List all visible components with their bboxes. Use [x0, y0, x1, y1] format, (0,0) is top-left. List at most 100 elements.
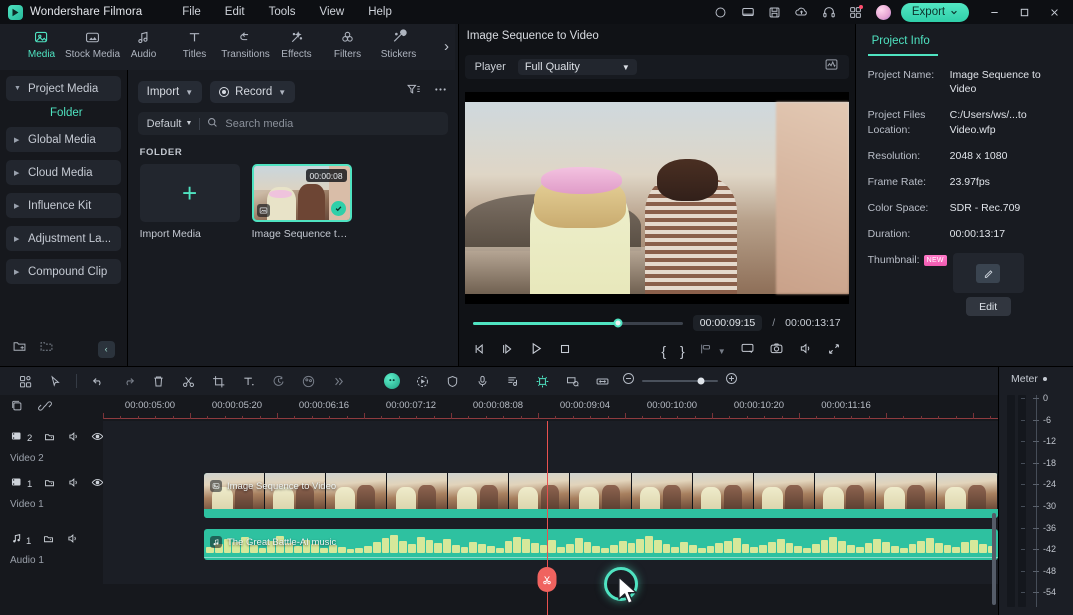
sidebar-item-adjustment-layer[interactable]: ▶ Adjustment La... [6, 226, 121, 251]
volume-icon[interactable] [798, 341, 813, 361]
close-button[interactable] [1039, 0, 1069, 24]
menu-view[interactable]: View [307, 3, 356, 21]
thumbnail-edit-button[interactable]: Edit [966, 297, 1011, 316]
track-lane-video-1[interactable]: Image Sequence to Video [103, 467, 998, 524]
cloud-upload-icon[interactable] [789, 1, 814, 23]
search-input[interactable]: Search media [225, 118, 293, 130]
tab-effects[interactable]: Effects [271, 24, 322, 60]
stop-button[interactable] [558, 342, 572, 361]
zoom-out-button[interactable] [621, 371, 636, 391]
menu-tools[interactable]: Tools [257, 3, 308, 21]
record-circle-icon[interactable] [708, 1, 733, 23]
search-box[interactable]: Default ▼ Search media [138, 112, 448, 135]
previous-frame-button[interactable] [473, 342, 487, 361]
mark-out-button[interactable]: } [680, 343, 685, 359]
crop-icon[interactable] [203, 367, 233, 395]
split-at-playhead-button[interactable] [538, 567, 557, 592]
sidebar-folder-label[interactable]: Folder [6, 107, 121, 119]
sidebar-item-project-media[interactable]: ▼ Project Media [6, 76, 121, 101]
minimize-button[interactable] [979, 0, 1009, 24]
tab-filters[interactable]: Filters [322, 24, 373, 60]
text-tool-icon[interactable] [233, 367, 263, 395]
tab-stickers[interactable]: Stickers [373, 24, 424, 60]
record-button[interactable]: Record ▼ [210, 81, 295, 103]
select-tool-icon[interactable] [40, 367, 70, 395]
export-button[interactable]: Export [901, 3, 969, 22]
ai-circle-icon[interactable] [377, 367, 407, 395]
lock-icon[interactable] [43, 476, 56, 494]
video-preview-area[interactable] [459, 79, 855, 308]
auto-beat-icon[interactable] [497, 367, 527, 395]
menu-file[interactable]: File [170, 3, 213, 21]
lock-icon[interactable] [42, 532, 55, 550]
keyframe-icon[interactable] [527, 367, 557, 395]
fullscreen-icon[interactable] [827, 342, 841, 361]
timeline-vertical-scrollbar[interactable] [992, 513, 996, 605]
camera-icon[interactable] [769, 341, 784, 361]
new-folder-icon[interactable] [12, 339, 27, 359]
more-tools-icon[interactable] [323, 367, 353, 395]
sidebar-item-global-media[interactable]: ▶ Global Media [6, 127, 121, 152]
chevron-down-icon[interactable]: ▼ [718, 347, 726, 356]
user-avatar[interactable] [876, 5, 891, 20]
new-smart-folder-icon[interactable] [39, 339, 54, 359]
timeline-ruler[interactable]: 00:00:05:0000:00:05:2000:00:06:1600:00:0… [103, 395, 998, 421]
more-options-icon[interactable] [433, 82, 448, 102]
tab-media[interactable]: Media [16, 24, 67, 60]
link-icon[interactable] [38, 399, 52, 418]
play-button[interactable] [529, 341, 544, 361]
meter-header[interactable]: Meter [999, 367, 1073, 385]
monitor-icon[interactable] [735, 1, 760, 23]
zoom-slider-knob[interactable] [698, 378, 705, 385]
undo-icon[interactable] [83, 367, 113, 395]
filter-icon[interactable] [406, 82, 421, 102]
import-button[interactable]: Import ▼ [138, 81, 203, 103]
mute-icon[interactable] [66, 532, 79, 550]
mark-in-button[interactable]: { [661, 343, 666, 359]
tab-transitions[interactable]: Transitions [220, 24, 271, 60]
tabstrip-more-icon[interactable]: › [444, 38, 449, 55]
timeline-clip-audio[interactable]: The Great Battle-AI music [204, 529, 998, 560]
render-preview-icon[interactable] [557, 367, 587, 395]
tab-stock-media[interactable]: Stock Media [67, 24, 118, 60]
playback-scrubber[interactable] [473, 322, 683, 325]
tab-audio[interactable]: Audio [118, 24, 169, 60]
tab-project-info[interactable]: Project Info [868, 35, 938, 56]
screen-icon[interactable] [740, 341, 755, 361]
meter-menu-dot-icon[interactable] [1043, 377, 1047, 381]
duplicate-icon[interactable] [10, 399, 24, 418]
voiceover-mic-icon[interactable] [467, 367, 497, 395]
next-frame-button[interactable] [501, 342, 515, 361]
mask-shield-icon[interactable] [437, 367, 467, 395]
redo-icon[interactable] [113, 367, 143, 395]
sidebar-item-cloud-media[interactable]: ▶ Cloud Media [6, 160, 121, 185]
snapshot-menu-button[interactable] [699, 342, 713, 361]
mute-icon[interactable] [67, 430, 80, 448]
media-thumbnail[interactable]: 00:00:08 [252, 164, 352, 222]
mute-icon[interactable] [67, 476, 80, 494]
lock-icon[interactable] [43, 430, 56, 448]
color-palette-icon[interactable] [293, 367, 323, 395]
sort-select[interactable]: Default ▼ [147, 118, 193, 130]
qr-code-icon[interactable] [843, 1, 868, 23]
headset-icon[interactable] [816, 1, 841, 23]
speed-icon[interactable] [263, 367, 293, 395]
track-lane-video-2[interactable] [103, 421, 998, 467]
delete-icon[interactable] [143, 367, 173, 395]
zoom-in-button[interactable] [724, 371, 739, 391]
fit-timeline-icon[interactable] [587, 367, 617, 395]
current-timecode[interactable]: 00:00:09:15 [693, 315, 762, 331]
import-media-tile[interactable]: + [140, 164, 240, 222]
tab-titles[interactable]: Titles [169, 24, 220, 60]
waveform-scope-icon[interactable] [824, 57, 839, 77]
quality-select[interactable]: Full Quality ▼ [518, 59, 637, 75]
split-scissors-icon[interactable] [173, 367, 203, 395]
progress-knob[interactable] [613, 319, 622, 328]
motion-tracking-icon[interactable] [407, 367, 437, 395]
maximize-button[interactable] [1009, 0, 1039, 24]
grid-view-icon[interactable] [10, 367, 40, 395]
save-icon[interactable] [762, 1, 787, 23]
menu-edit[interactable]: Edit [213, 3, 257, 21]
thumbnail-preview[interactable] [953, 253, 1024, 293]
sidebar-item-influence-kit[interactable]: ▶ Influence Kit [6, 193, 121, 218]
